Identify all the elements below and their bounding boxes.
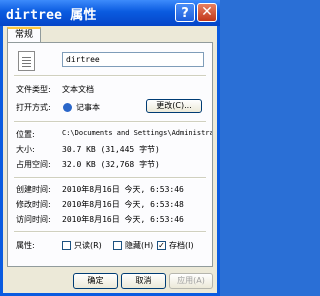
divider xyxy=(14,177,206,179)
created-value: 2010年8月16日 今天, 6:53:46 xyxy=(62,185,184,194)
general-panel: dirtree 文件类型: 文本文档 打开方式: 记事本 更改(C)... 位置… xyxy=(7,42,213,267)
divider xyxy=(14,121,206,123)
size-value: 30.7 KB (31,445 字节) xyxy=(62,145,160,154)
apply-button[interactable]: 应用(A) xyxy=(169,273,213,289)
location-value: C:\Documents and Settings\Administrator\… xyxy=(62,129,212,137)
readonly-label: 只读(R) xyxy=(74,241,102,250)
archive-checkbox[interactable]: ✓ xyxy=(157,241,166,250)
cancel-button[interactable]: 取消 xyxy=(121,273,166,289)
location-label: 位置: xyxy=(16,130,35,139)
opens-with-value: 记事本 xyxy=(76,103,100,112)
divider xyxy=(14,231,206,233)
text-file-icon xyxy=(18,51,35,71)
change-button[interactable]: 更改(C)... xyxy=(146,99,202,113)
notepad-icon xyxy=(63,103,72,112)
divider xyxy=(14,75,206,77)
modified-value: 2010年8月16日 今天, 6:53:48 xyxy=(62,200,184,209)
modified-label: 修改时间: xyxy=(16,200,51,209)
attributes-label: 属性: xyxy=(16,241,35,250)
tab-general[interactable]: 常规 xyxy=(7,27,41,43)
hidden-label: 隐藏(H) xyxy=(125,241,154,250)
dialog-client: 常规 dirtree 文件类型: 文本文档 打开方式: 记事本 更改(C)...… xyxy=(3,26,217,293)
disk-size-label: 占用空间: xyxy=(16,160,51,169)
readonly-checkbox[interactable] xyxy=(62,241,71,250)
window-title: dirtree 属性 xyxy=(6,8,97,23)
file-type-label: 文件类型: xyxy=(16,85,51,94)
disk-size-value: 32.0 KB (32,768 字节) xyxy=(62,160,160,169)
archive-label: 存档(I) xyxy=(169,241,194,250)
accessed-value: 2010年8月16日 今天, 6:53:46 xyxy=(62,215,184,224)
hidden-checkbox[interactable] xyxy=(113,241,122,250)
help-button[interactable]: ? xyxy=(175,3,195,22)
filename-field[interactable]: dirtree xyxy=(62,52,204,67)
close-button[interactable]: ✕ xyxy=(197,3,217,22)
accessed-label: 访问时间: xyxy=(16,215,51,224)
size-label: 大小: xyxy=(16,145,35,154)
ok-button[interactable]: 确定 xyxy=(73,273,118,289)
properties-window: dirtree 属性 ? ✕ 常规 dirtree 文件类型: 文本文档 打开方… xyxy=(0,0,220,296)
file-type-value: 文本文档 xyxy=(62,85,94,94)
created-label: 创建时间: xyxy=(16,185,51,194)
opens-with-label: 打开方式: xyxy=(16,103,51,112)
title-bar[interactable]: dirtree 属性 ? ✕ xyxy=(0,0,220,26)
